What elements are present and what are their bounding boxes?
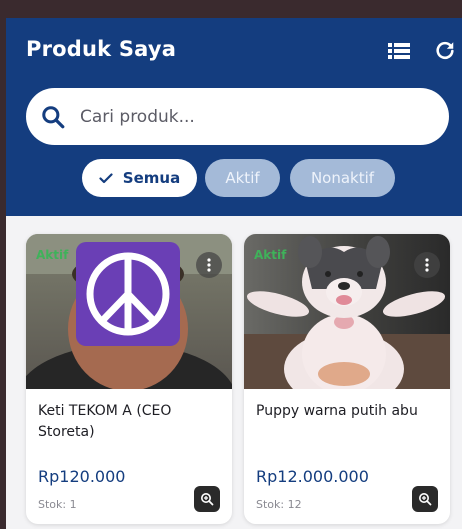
filter-chip-label: Semua bbox=[122, 169, 181, 187]
filter-chip-nonaktif[interactable]: Nonaktif bbox=[290, 159, 395, 197]
search-input[interactable] bbox=[78, 101, 432, 133]
product-price: Rp12.000.000 bbox=[256, 467, 369, 486]
product-name: Puppy warna putih abu bbox=[256, 403, 418, 419]
status-badge: Aktif bbox=[254, 248, 287, 262]
filter-chip-semua[interactable]: Semua bbox=[82, 159, 197, 197]
refresh-button[interactable] bbox=[432, 38, 458, 64]
filter-chip-aktif[interactable]: Aktif bbox=[205, 159, 280, 197]
more-options-button[interactable] bbox=[414, 252, 440, 278]
product-price: Rp120.000 bbox=[38, 467, 126, 486]
product-card[interactable]: Aktif Keti TEKOM A (CEO Storeta) Rp120.0… bbox=[26, 234, 232, 524]
page-title: Produk Saya bbox=[26, 37, 177, 61]
list-icon bbox=[388, 43, 410, 59]
list-view-button[interactable] bbox=[386, 38, 412, 64]
product-stock: Stok: 12 bbox=[256, 498, 302, 511]
search-icon bbox=[42, 106, 65, 129]
product-stock: Stok: 1 bbox=[38, 498, 77, 511]
product-name: Keti TEKOM A (CEO Storeta) bbox=[38, 403, 172, 440]
zoom-button[interactable] bbox=[412, 486, 438, 512]
header: Produk Saya Cari produk... Semua Aktif N… bbox=[6, 18, 462, 216]
search-bar[interactable] bbox=[26, 88, 449, 145]
product-card[interactable]: Aktif Puppy warna putih abu Rp12.000.000… bbox=[244, 234, 450, 524]
filter-chip-label: Aktif bbox=[225, 169, 260, 187]
zoom-button[interactable] bbox=[194, 486, 220, 512]
filter-chip-label: Nonaktif bbox=[310, 169, 375, 187]
status-badge: Aktif bbox=[36, 248, 69, 262]
more-vertical-icon bbox=[207, 258, 211, 272]
more-options-button[interactable] bbox=[196, 252, 222, 278]
zoom-in-icon bbox=[419, 493, 432, 506]
app-screen: Produk Saya Cari produk... Semua Aktif N… bbox=[6, 18, 462, 529]
zoom-in-icon bbox=[201, 493, 214, 506]
refresh-icon bbox=[436, 41, 454, 60]
check-icon bbox=[99, 172, 113, 184]
more-vertical-icon bbox=[425, 258, 429, 272]
